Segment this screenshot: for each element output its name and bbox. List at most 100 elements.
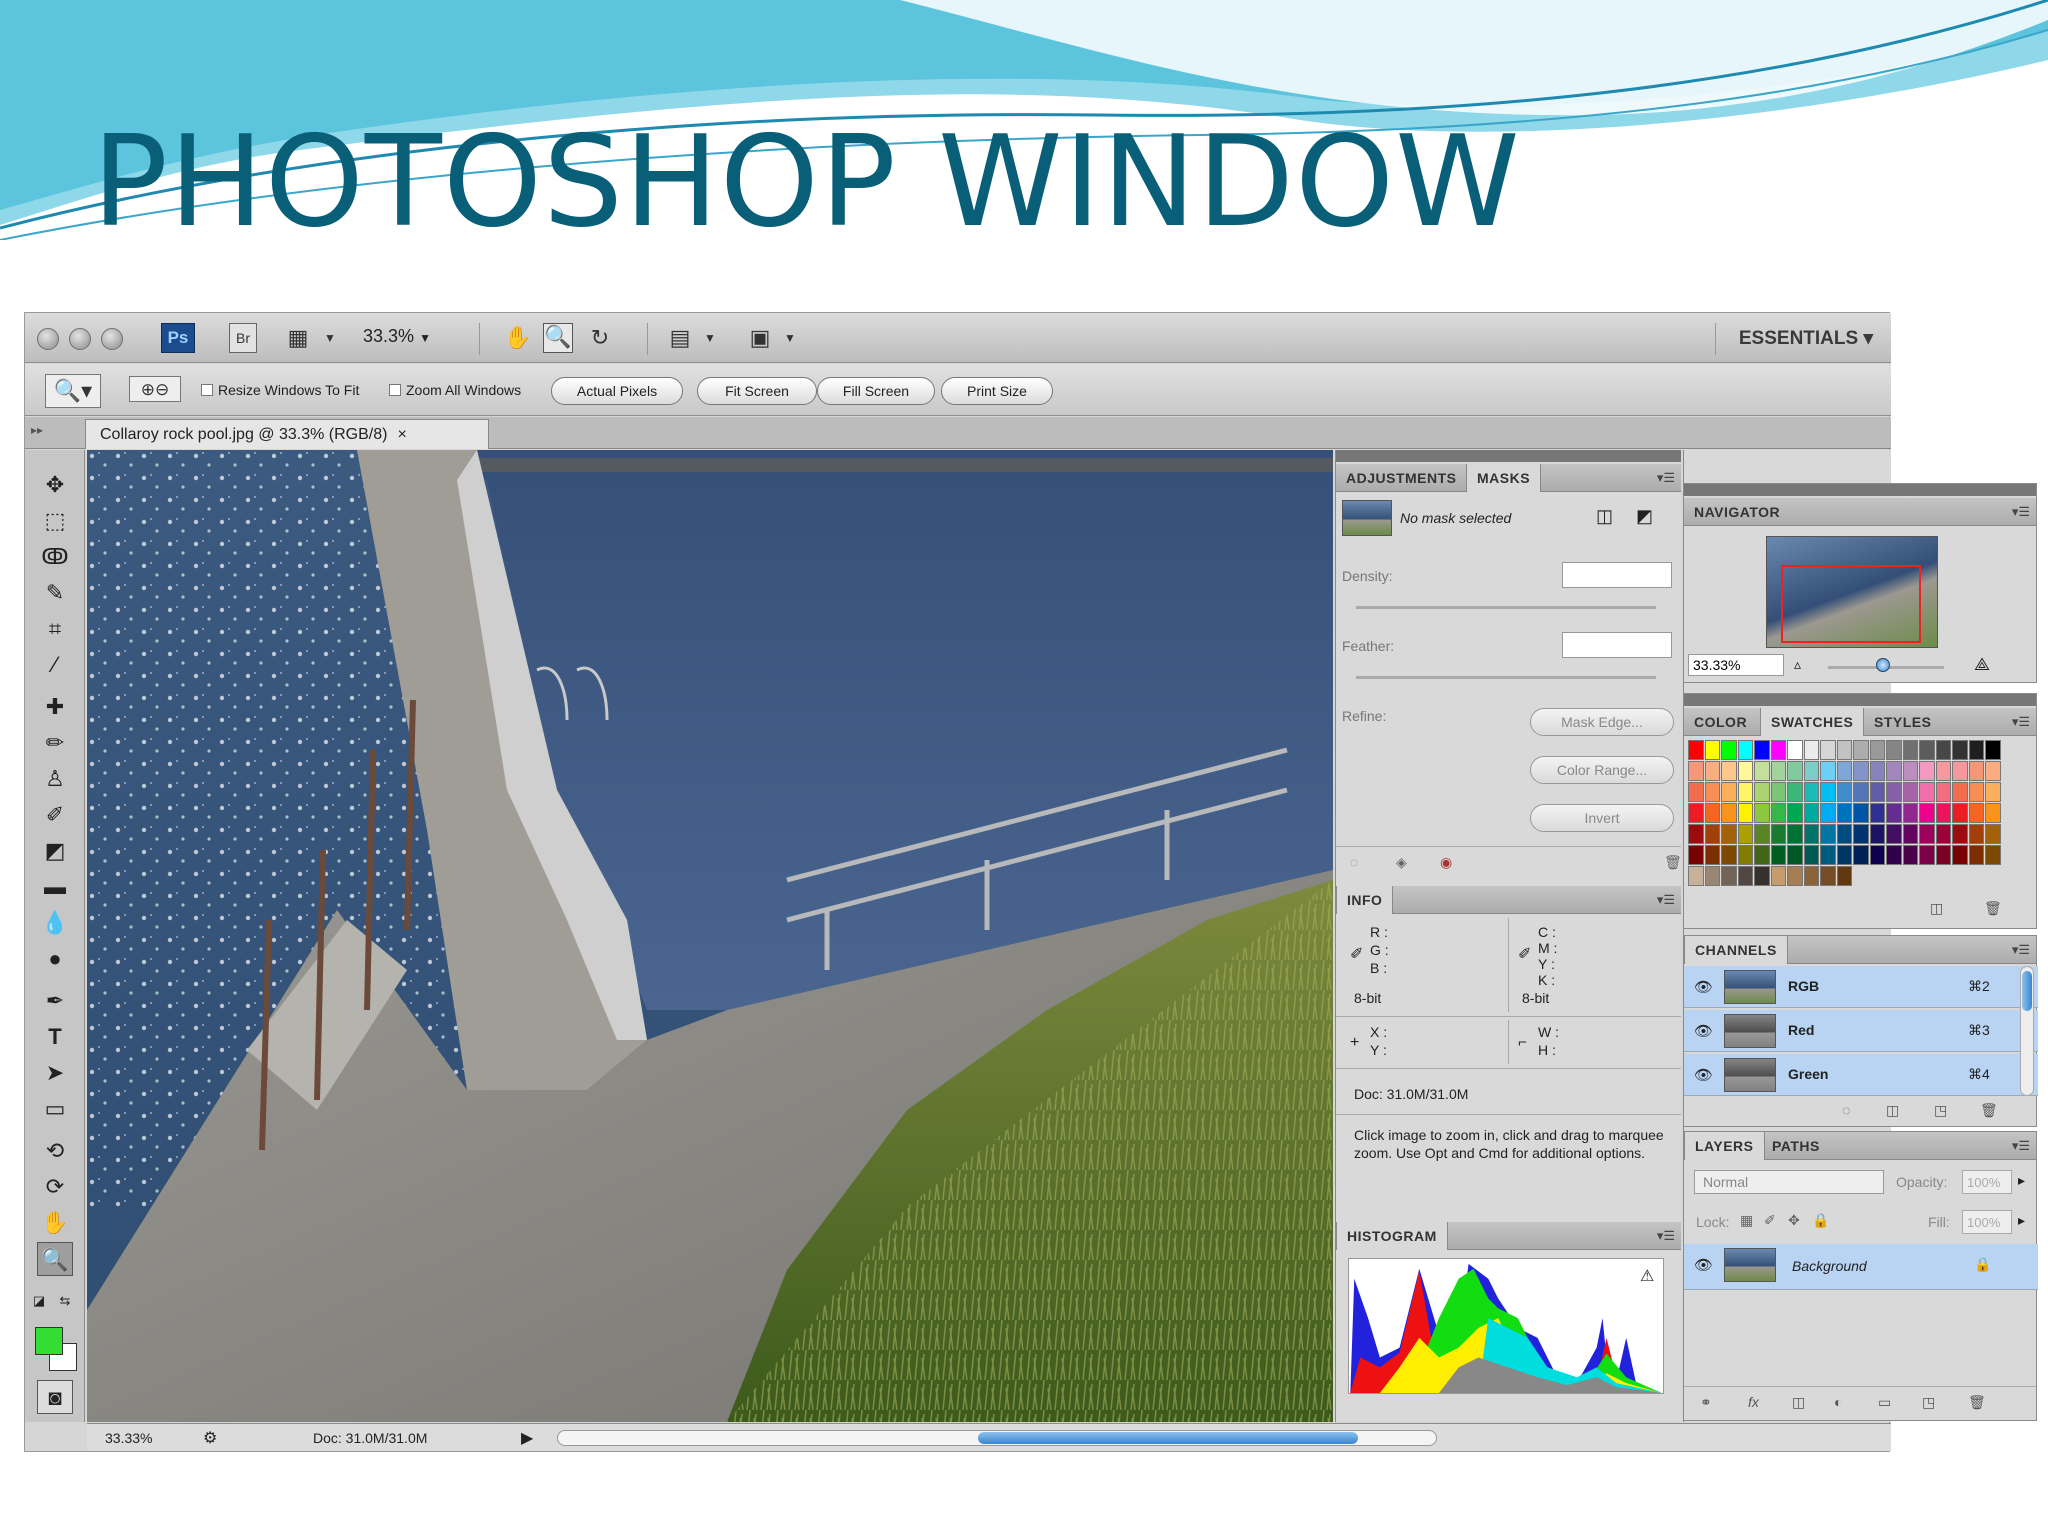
color-swatch[interactable] <box>1688 824 1704 844</box>
tab-paths[interactable]: PATHS <box>1762 1132 1830 1160</box>
color-swatch[interactable] <box>1721 740 1737 760</box>
color-swatch[interactable] <box>1836 803 1852 823</box>
color-swatch[interactable] <box>1968 803 1984 823</box>
color-swatch[interactable] <box>1770 866 1786 886</box>
color-swatch[interactable] <box>1968 824 1984 844</box>
color-swatch[interactable] <box>1836 761 1852 781</box>
color-swatch[interactable] <box>1721 803 1737 823</box>
blend-mode-select[interactable]: Normal <box>1694 1170 1884 1194</box>
color-swatch[interactable] <box>1952 824 1968 844</box>
color-swatch[interactable] <box>1754 803 1770 823</box>
color-swatch[interactable] <box>1803 740 1819 760</box>
color-swatch[interactable] <box>1985 845 2001 865</box>
color-swatch[interactable] <box>1820 782 1836 802</box>
color-swatch[interactable] <box>1836 845 1852 865</box>
color-swatch[interactable] <box>1985 761 2001 781</box>
feather-field[interactable] <box>1562 632 1672 658</box>
load-channel-selection-icon[interactable]: ◌ <box>1842 1102 1850 1118</box>
close-tab-icon[interactable]: × <box>397 426 406 444</box>
lock-transparency-icon[interactable]: ▦ <box>1740 1212 1753 1229</box>
save-selection-icon[interactable]: ◫ <box>1886 1102 1899 1119</box>
panel-dock-bar[interactable] <box>1336 450 1681 462</box>
color-swatch[interactable] <box>1737 782 1753 802</box>
color-swatch[interactable] <box>1754 824 1770 844</box>
color-swatch[interactable] <box>1704 845 1720 865</box>
panel-menu-icon[interactable]: ▾☰ <box>2012 942 2030 958</box>
color-swatch[interactable] <box>1919 845 1935 865</box>
load-selection-icon[interactable]: ◌ <box>1350 854 1358 870</box>
color-swatch[interactable] <box>1919 803 1935 823</box>
color-swatch[interactable] <box>1787 845 1803 865</box>
chevron-down-icon[interactable]: ▼ <box>695 325 725 351</box>
color-swatch[interactable] <box>1688 803 1704 823</box>
move-tool-icon[interactable]: ✥ <box>37 468 73 502</box>
rotate-view-icon[interactable]: ↻ <box>585 325 615 351</box>
color-swatch[interactable] <box>1935 740 1951 760</box>
color-swatch[interactable] <box>1721 866 1737 886</box>
color-swatch[interactable] <box>1770 761 1786 781</box>
scroll-thumb[interactable] <box>978 1432 1358 1444</box>
new-group-icon[interactable]: ▭ <box>1878 1394 1891 1411</box>
color-swatch[interactable] <box>1688 761 1704 781</box>
color-swatch[interactable] <box>1721 824 1737 844</box>
panel-menu-icon[interactable]: ▾☰ <box>1657 470 1675 486</box>
color-swatch[interactable] <box>1902 824 1918 844</box>
tab-masks[interactable]: MASKS <box>1466 464 1542 492</box>
color-swatch[interactable] <box>1919 782 1935 802</box>
color-swatch[interactable] <box>1935 824 1951 844</box>
eye-icon[interactable]: 👁 <box>1694 1022 1713 1040</box>
opacity-field[interactable]: 100% <box>1962 1170 2012 1194</box>
trash-icon[interactable]: 🗑 <box>1968 1394 1986 1411</box>
zoom-all-windows-checkbox[interactable]: Zoom All Windows <box>389 382 521 398</box>
color-swatch[interactable] <box>1754 866 1770 886</box>
color-swatch[interactable] <box>1836 866 1852 886</box>
tab-channels[interactable]: CHANNELS <box>1684 936 1788 964</box>
channel-row-rgb[interactable]: 👁 RGB ⌘2 <box>1684 966 2038 1008</box>
tab-layers[interactable]: LAYERS <box>1684 1132 1765 1160</box>
panel-menu-icon[interactable]: ▾☰ <box>1657 1228 1675 1244</box>
color-swatch[interactable] <box>1886 740 1902 760</box>
panel-menu-icon[interactable]: ▾☰ <box>2012 714 2030 730</box>
color-swatch[interactable] <box>1869 761 1885 781</box>
scroll-thumb[interactable] <box>2022 971 2032 1011</box>
opacity-arrow-icon[interactable]: ▸ <box>2018 1172 2025 1189</box>
color-swatch[interactable] <box>1803 782 1819 802</box>
color-swatch[interactable] <box>1952 803 1968 823</box>
color-swatch[interactable] <box>1787 761 1803 781</box>
hand-tool-icon[interactable]: ✋ <box>503 325 533 351</box>
color-swatch[interactable] <box>1968 782 1984 802</box>
navigator-slider-thumb[interactable] <box>1876 658 1890 672</box>
color-swatch[interactable] <box>1985 803 2001 823</box>
color-swatch[interactable] <box>1869 740 1885 760</box>
color-swatch[interactable] <box>1968 740 1984 760</box>
disable-mask-icon[interactable]: ◉ <box>1440 854 1452 871</box>
status-menu-arrow-icon[interactable]: ▶ <box>521 1428 533 1448</box>
document-tab[interactable]: Collaroy rock pool.jpg @ 33.3% (RGB/8) × <box>85 419 489 449</box>
lock-all-icon[interactable]: 🔒 <box>1812 1212 1829 1229</box>
color-swatch[interactable] <box>1820 824 1836 844</box>
fit-screen-button[interactable]: Fit Screen <box>697 377 817 405</box>
color-swatch[interactable] <box>1803 845 1819 865</box>
zoom-tool-icon[interactable]: 🔍 <box>37 1242 73 1276</box>
clone-stamp-tool-icon[interactable]: ♙ <box>37 762 73 796</box>
path-selection-tool-icon[interactable]: ➤ <box>37 1056 73 1090</box>
color-swatch[interactable] <box>1770 845 1786 865</box>
eye-icon[interactable]: 👁 <box>1694 1256 1713 1274</box>
lock-pixels-icon[interactable]: ✐ <box>1764 1212 1776 1229</box>
color-swatch[interactable] <box>1902 740 1918 760</box>
color-swatch[interactable] <box>1935 782 1951 802</box>
density-slider[interactable] <box>1356 606 1656 609</box>
fill-screen-button[interactable]: Fill Screen <box>817 377 935 405</box>
gradient-tool-icon[interactable]: ▬ <box>37 870 73 904</box>
actual-pixels-button[interactable]: Actual Pixels <box>551 377 683 405</box>
tab-color[interactable]: COLOR <box>1684 708 1757 736</box>
quick-selection-tool-icon[interactable]: ✎ <box>37 576 73 610</box>
chevron-down-icon[interactable]: ▼ <box>315 325 345 351</box>
color-swatch[interactable] <box>1968 845 1984 865</box>
color-swatch[interactable] <box>1836 740 1852 760</box>
color-swatch[interactable] <box>1704 740 1720 760</box>
3d-rotate-tool-icon[interactable]: ⟲ <box>37 1134 73 1168</box>
close-window-button[interactable] <box>37 328 59 350</box>
resize-windows-checkbox[interactable]: Resize Windows To Fit <box>201 382 359 398</box>
color-swatch[interactable] <box>1770 803 1786 823</box>
